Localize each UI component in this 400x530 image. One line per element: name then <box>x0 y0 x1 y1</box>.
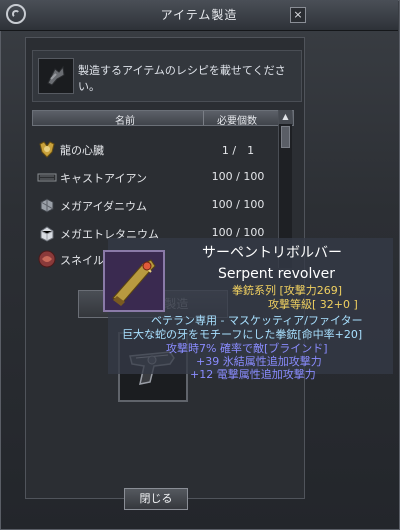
scroll-up-button[interactable]: ▲ <box>279 110 292 124</box>
table-row[interactable]: キャストアイアン 100 / 100 <box>32 166 278 188</box>
tooltip-name-jp: サーペントリボルバー <box>202 245 342 261</box>
dragon-heart-icon <box>39 141 55 158</box>
recipe-slot[interactable] <box>38 58 74 94</box>
row-count: 100 / 100 <box>211 170 265 183</box>
mega-eteltanium-icon <box>40 226 54 242</box>
tooltip-type-line: 拳銃系列 [攻撃力269] <box>232 284 343 297</box>
snake-item-icon <box>38 250 56 268</box>
row-name: キャストアイアン <box>60 172 148 185</box>
window-title: アイテム製造 <box>160 8 238 22</box>
row-count: 1 / 1 <box>221 144 255 157</box>
serpent-revolver-icon <box>112 259 156 306</box>
mega-idanium-icon <box>40 198 54 213</box>
title-bar[interactable]: アイテム製造 × <box>0 0 398 31</box>
tooltip-name-en: Serpent revolver <box>218 266 336 282</box>
close-button[interactable]: 閉じる <box>124 488 188 510</box>
table-row[interactable]: メガアイダニウム 100 / 100 <box>32 194 278 216</box>
table-header: 名前 必要個数 <box>32 110 294 127</box>
cast-iron-icon <box>37 173 57 182</box>
row-count: 100 / 100 <box>211 198 265 211</box>
table-row[interactable]: 龍の心臓 1 / 1 <box>32 138 278 160</box>
tooltip-desc-line: 巨大な蛇の牙をモチーフにした拳銃[命中率+20] <box>122 328 363 341</box>
instruction-text: 製造するアイテムのレシピを載せてください。 <box>78 64 286 93</box>
header-count: 必要個数 <box>217 116 257 127</box>
tooltip-effect-line: 攻撃時7% 確率で敵[ブラインド] <box>166 342 328 355</box>
tooltip-grade-line: 攻撃等級[ 32+0 ] <box>268 298 358 311</box>
recipe-icon <box>47 65 65 86</box>
row-name: 龍の心臓 <box>60 144 104 157</box>
row-name: メガアイダニウム <box>60 200 148 213</box>
row-name: スネイル <box>60 254 104 267</box>
tooltip-class-line: ベテラン専用 - マスケッティア/ファイター <box>151 314 363 327</box>
header-name: 名前 <box>115 116 135 127</box>
tooltip-item-slot <box>103 250 165 312</box>
close-window-button[interactable]: × <box>290 7 306 23</box>
tooltip-lightning-line: +12 電撃属性追加攻撃力 <box>190 368 316 381</box>
header-divider <box>203 111 204 125</box>
tooltip-ice-line: +39 氷結属性追加攻撃力 <box>196 355 322 368</box>
